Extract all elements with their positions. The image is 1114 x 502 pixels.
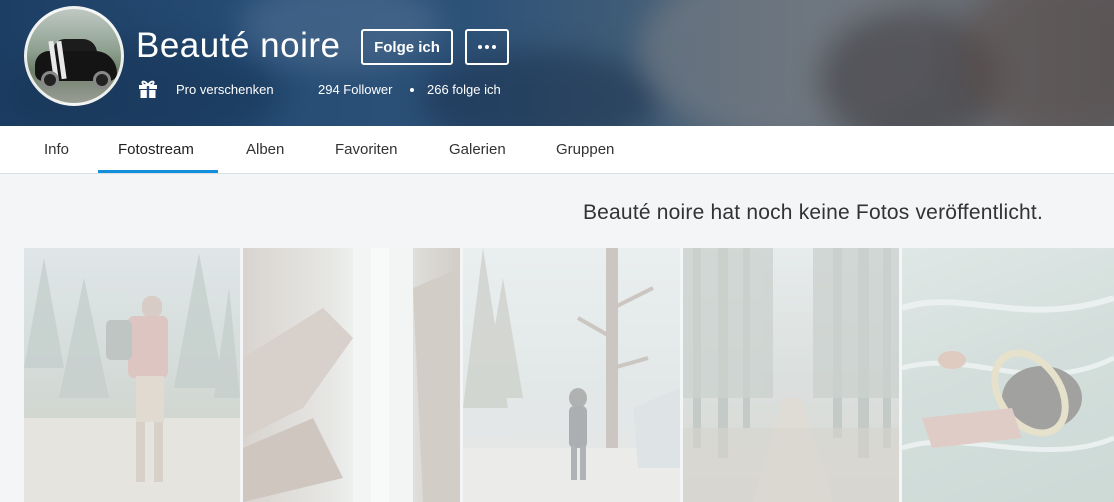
more-options-button[interactable]	[465, 29, 509, 65]
gift-pro-link[interactable]: Pro verschenken	[176, 82, 274, 97]
profile-page: Beauté noire Folge ich Pro verschenken 2…	[0, 0, 1114, 502]
placeholder-photo	[902, 248, 1114, 502]
avatar[interactable]	[24, 6, 124, 106]
following-count[interactable]: 266 folge ich	[427, 82, 501, 97]
tab-gruppen[interactable]: Gruppen	[556, 126, 614, 174]
tab-info[interactable]: Info	[44, 126, 69, 174]
placeholder-photo	[24, 248, 240, 502]
more-icon	[478, 45, 482, 49]
placeholder-photo	[683, 248, 899, 502]
tab-alben[interactable]: Alben	[246, 126, 284, 174]
placeholder-photo	[463, 248, 680, 502]
active-tab-indicator	[98, 170, 218, 173]
gift-icon[interactable]	[138, 79, 158, 99]
placeholder-photo	[243, 248, 460, 502]
tab-favoriten[interactable]: Favoriten	[335, 126, 398, 174]
empty-photostream-message: Beauté noire hat noch keine Fotos veröff…	[582, 201, 1043, 224]
placeholder-photo-strip	[24, 248, 1114, 502]
profile-tabs: Info Fotostream Alben Favoriten Galerien…	[0, 126, 1114, 174]
separator-dot	[410, 88, 414, 92]
cover-photo: Beauté noire Folge ich Pro verschenken 2…	[0, 0, 1114, 126]
tab-fotostream[interactable]: Fotostream	[118, 126, 194, 174]
profile-name: Beauté noire	[136, 26, 341, 65]
tab-galerien[interactable]: Galerien	[449, 126, 506, 174]
followers-count[interactable]: 294 Follower	[318, 82, 392, 97]
follow-button[interactable]: Folge ich	[361, 29, 453, 65]
